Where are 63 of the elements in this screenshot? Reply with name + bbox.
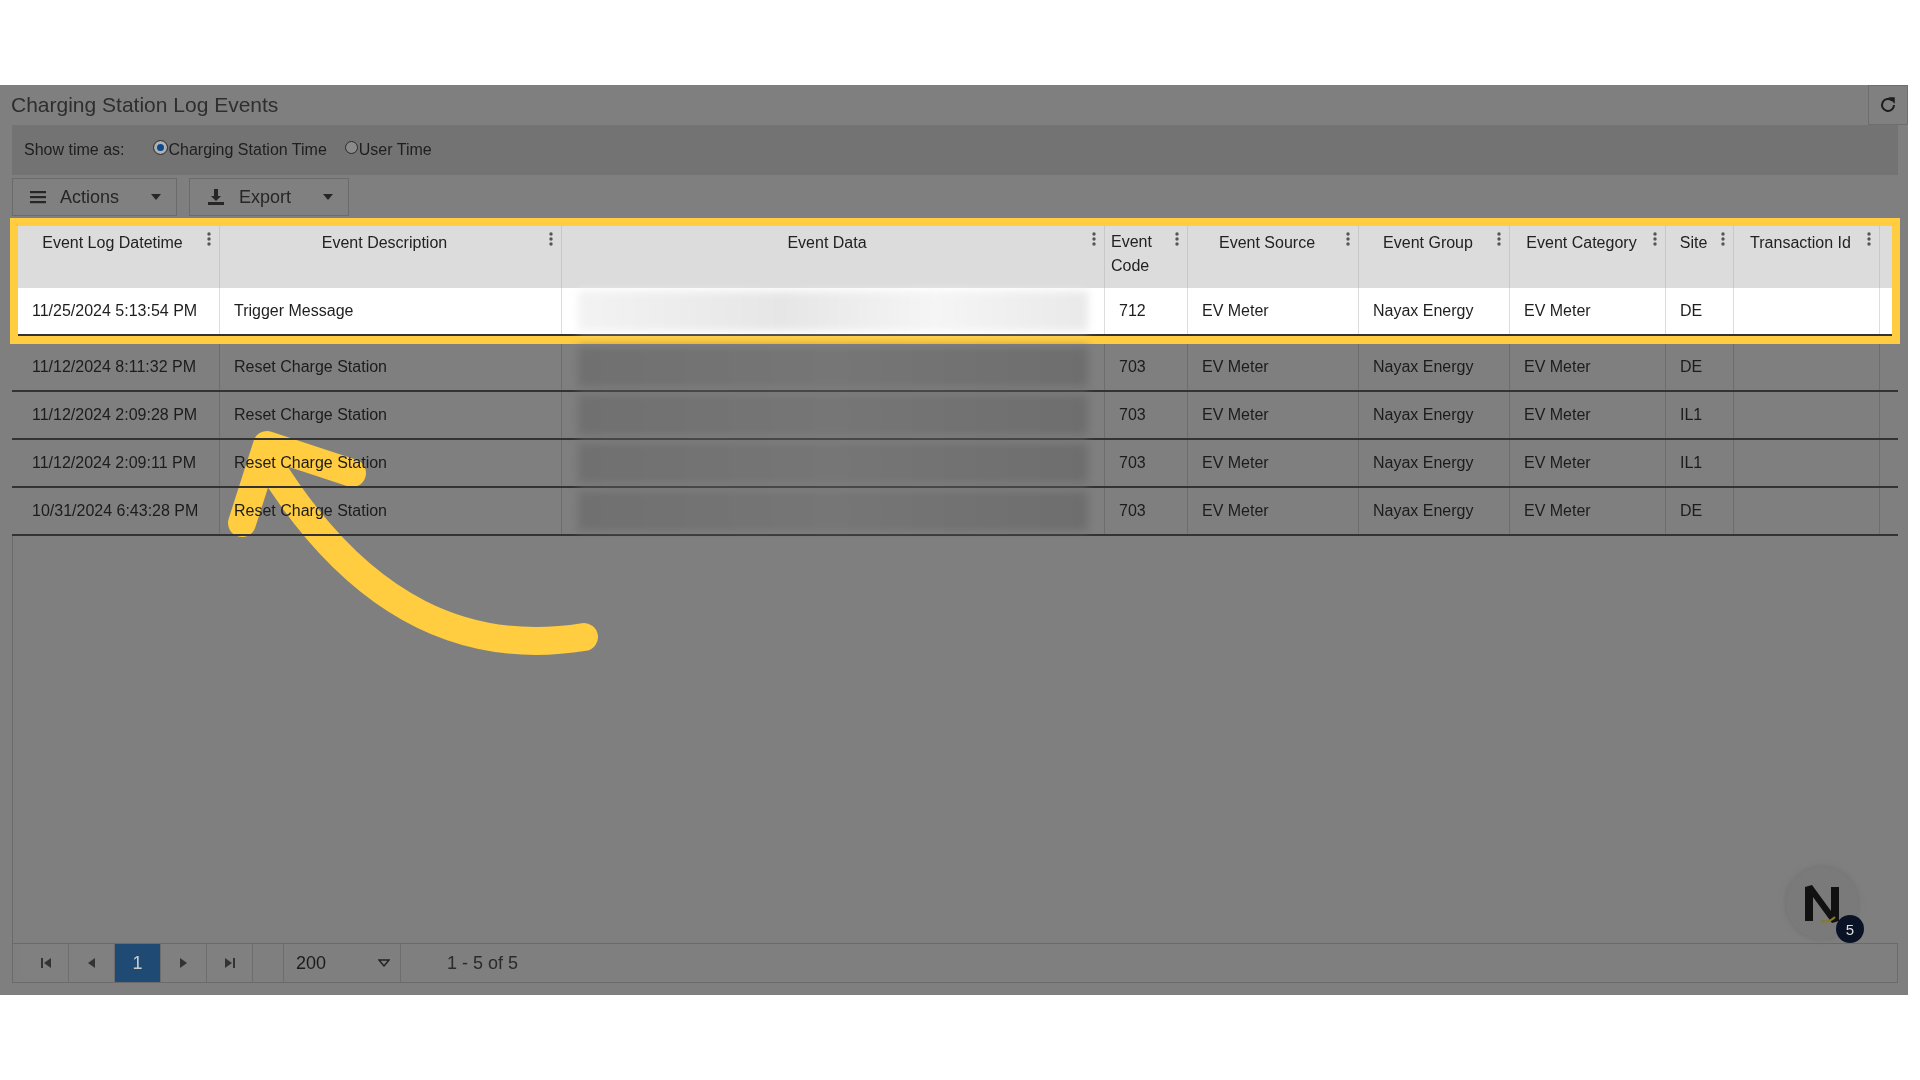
table-cell: 11/12/2024 2:09:11 PM [18,440,220,486]
more-icon [549,232,553,246]
more-icon [1653,232,1657,246]
table-cell: Reset Charge Station [220,344,562,390]
table-cell: Nayax Energy [1359,344,1510,390]
table-cell: Nayax Energy [1359,392,1510,438]
table-cell: 11/12/2024 2:09:28 PM [18,392,220,438]
table-cell: EV Meter [1188,488,1359,534]
table-cell: EV Meter [1188,392,1359,438]
table-cell: IL1 [1666,440,1734,486]
more-icon [207,232,211,246]
table-cell: DE [1666,488,1734,534]
table-cell: 703 [1105,392,1188,438]
table-cell: Nayax Energy [1359,440,1510,486]
previous-icon [88,958,95,968]
more-icon [1175,232,1179,246]
more-icon [1721,232,1725,246]
page-size-select[interactable]: 200 [284,944,401,982]
table-cell: 703 [1105,440,1188,486]
table-cell: EV Meter [1510,392,1666,438]
table-cell: IL1 [1666,392,1734,438]
table-cell: 703 [1105,344,1188,390]
refresh-icon [1879,96,1897,114]
more-icon [1867,232,1871,246]
menu-icon [30,190,46,204]
table-cell: 703 [1105,488,1188,534]
notification-badge: 5 [1836,915,1864,943]
page-summary: 1 - 5 of 5 [447,952,519,974]
more-icon [1092,232,1096,246]
page-title: Charging Station Log Events [11,93,279,117]
table-cell: EV Meter [1188,440,1359,486]
download-icon [207,188,226,206]
table-cell: EV Meter [1510,488,1666,534]
refresh-button[interactable] [1868,85,1908,125]
page-button[interactable]: 1 [115,944,161,982]
table-cell: 712 [1105,288,1188,334]
table-cell: EV Meter [1510,288,1666,334]
table-cell: EV Meter [1188,288,1359,334]
table-cell: DE [1666,344,1734,390]
next-icon [180,958,187,968]
table-cell: Nayax Energy [1359,288,1510,334]
caret-icon [378,959,390,967]
table-cell: Reset Charge Station [220,392,562,438]
filter-label: Show time as: [24,141,125,159]
table-cell: EV Meter [1510,344,1666,390]
caret-icon [151,194,162,200]
table-cell: EV Meter [1188,344,1359,390]
table-cell: DE [1666,288,1734,334]
table-cell: Trigger Message [220,288,562,334]
table-cell: 11/12/2024 8:11:32 PM [18,344,220,390]
table-cell: EV Meter [1510,440,1666,486]
caret-icon [323,194,334,200]
table-cell: Nayax Energy [1359,488,1510,534]
more-icon [1346,232,1350,246]
table-cell: 11/25/2024 5:13:54 PM [18,288,220,334]
more-icon [1497,232,1501,246]
actions-button[interactable]: Actions [12,178,178,216]
time-radio[interactable]: Charging Station Time [154,141,327,159]
table-cell: 10/31/2024 6:43:28 PM [18,488,220,534]
last-icon [224,958,235,968]
time-radio[interactable]: User Time [344,141,432,159]
first-icon [40,958,51,968]
export-button[interactable]: Export [189,178,350,216]
